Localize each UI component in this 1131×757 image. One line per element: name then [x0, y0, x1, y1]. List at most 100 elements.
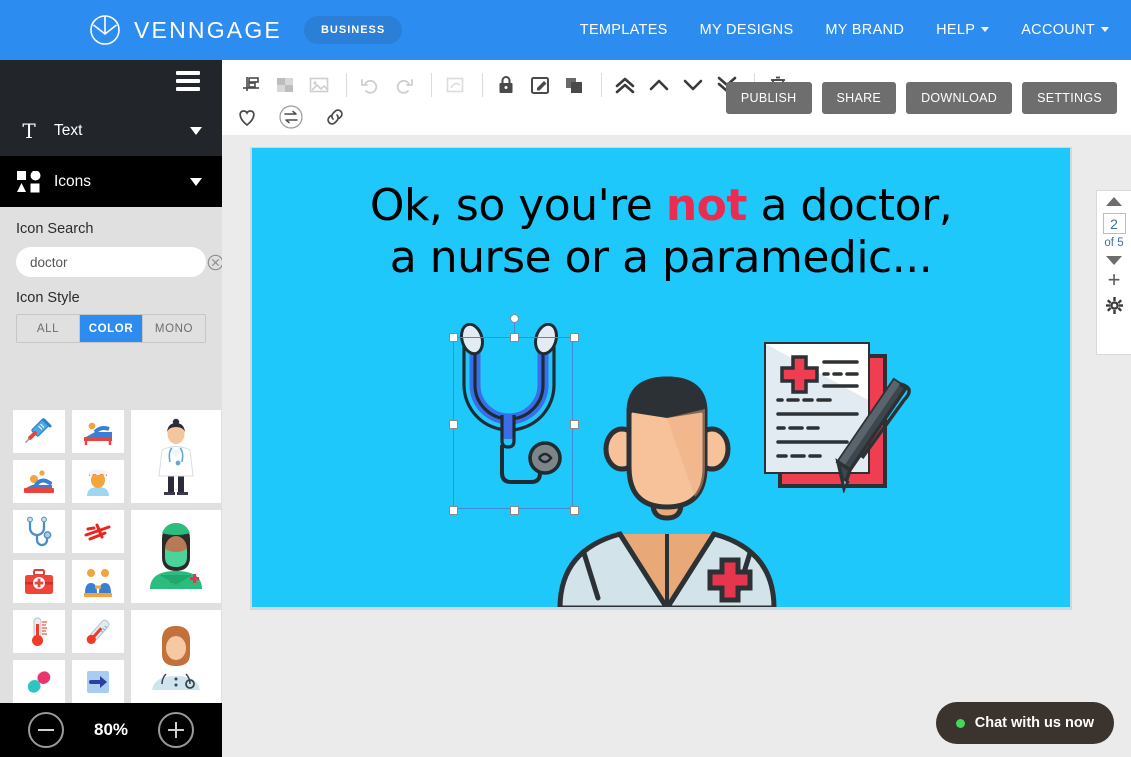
icon-result-medical-team-icon[interactable] — [72, 560, 124, 603]
headline-line1-before: Ok, so you're — [369, 180, 666, 231]
online-dot-icon — [955, 718, 965, 728]
headline-line-2: a nurse or a paramedic... — [389, 232, 933, 283]
sidebar-item-icons[interactable]: Icons — [0, 156, 222, 207]
brand-name: VENNGAGE — [134, 16, 282, 43]
image-replace-icon[interactable] — [304, 70, 334, 100]
zoom-controls: 80% — [0, 703, 222, 757]
nav-help-label: HELP — [936, 22, 976, 38]
icon-result-msf-logo-icon[interactable] — [72, 510, 124, 553]
crop-mask-icon[interactable] — [270, 70, 300, 100]
nav-templates[interactable]: TEMPLATES — [580, 22, 668, 38]
text-t-icon: T — [16, 119, 42, 143]
link-icon[interactable] — [320, 102, 350, 132]
brand-logo-group[interactable]: VENNGAGE — [88, 13, 282, 47]
icon-style-color[interactable]: COLOR — [80, 315, 143, 342]
triangle-up-icon[interactable] — [1106, 197, 1122, 206]
icon-result-cpr-resuscitation-icon[interactable] — [13, 460, 65, 503]
page-navigator: 2 of 5 + — [1096, 190, 1131, 355]
nav-my-brand-label: MY BRAND — [825, 22, 905, 38]
sidebar-item-icons-label: Icons — [54, 172, 92, 190]
align-icon[interactable] — [236, 70, 266, 100]
plus-circle-icon[interactable] — [158, 712, 195, 748]
icon-result-surgeon-mask-icon[interactable] — [131, 510, 221, 603]
chevron-down-icon — [190, 177, 202, 186]
icon-result-exit-door-arrow-icon[interactable] — [72, 660, 124, 703]
rotate-handle[interactable] — [509, 314, 519, 323]
design-canvas[interactable]: Ok, so you're not a doctor, a nurse or a… — [252, 148, 1070, 607]
edit-pencil-icon[interactable] — [525, 70, 555, 100]
send-backward-icon[interactable] — [678, 70, 708, 100]
icon-result-female-doctor-icon[interactable] — [131, 410, 221, 503]
headline-highlight-not: not — [665, 180, 748, 231]
icon-result-stethoscope-icon[interactable] — [13, 510, 65, 553]
icon-search-title: Icon Search — [16, 221, 94, 237]
plan-badge: BUSINESS — [303, 16, 403, 44]
nav-account[interactable]: ACCOUNT — [1021, 22, 1109, 38]
icon-result-pill-capsule-icon[interactable] — [13, 660, 65, 703]
icon-style-title: Icon Style — [16, 290, 80, 306]
icon-result-clinical-thermometer-icon[interactable] — [72, 610, 124, 653]
chat-widget-button[interactable]: Chat with us now — [935, 702, 1114, 744]
undo-icon[interactable] — [355, 70, 385, 100]
icon-search-input[interactable] — [30, 254, 207, 270]
nav-my-brand[interactable]: MY BRAND — [825, 22, 904, 38]
sidebar-item-text-label: Text — [54, 121, 83, 139]
medical-report-pen-graphic[interactable] — [752, 338, 917, 498]
icon-style-mono[interactable]: MONO — [143, 315, 205, 342]
share-button[interactable]: SHARE — [821, 82, 897, 114]
icon-search-panel: Icon Search Icon Style — [0, 207, 251, 343]
top-navigation: TEMPLATES MY DESIGNS MY BRAND HELP ACCOU… — [548, 22, 1109, 38]
left-sidebar: T Text Icons Icon Search doctor Icon Sty… — [0, 60, 251, 757]
top-header-bar: VENNGAGE BUSINESS TEMPLATES MY DESIGNS M… — [0, 0, 1131, 60]
shapes-icon — [16, 170, 42, 193]
svg-text:T: T — [22, 119, 36, 143]
venngage-editor: VENNGAGE BUSINESS TEMPLATES MY DESIGNS M… — [0, 0, 1131, 757]
toolbar-divider — [482, 73, 483, 97]
headline-line-1: Ok, so you're not a doctor, — [252, 180, 1070, 232]
chevron-down-icon — [190, 126, 202, 135]
duplicate-icon[interactable] — [559, 70, 589, 100]
lock-icon[interactable] — [491, 70, 521, 100]
icon-result-thermometer-icon[interactable] — [13, 610, 65, 653]
canvas-headline[interactable]: Ok, so you're not a doctor, a nurse or a… — [252, 180, 1070, 284]
settings-button[interactable]: SETTINGS — [1022, 82, 1117, 114]
icon-style-toggle-group: ALL COLOR MONO — [16, 314, 206, 343]
redo-icon[interactable] — [389, 70, 419, 100]
icon-result-doctor-woman-icon[interactable] — [131, 610, 221, 703]
plus-icon[interactable]: + — [1108, 269, 1121, 291]
group-icon[interactable] — [440, 70, 470, 100]
gear-icon[interactable] — [1105, 297, 1123, 319]
nav-templates-label: TEMPLATES — [579, 22, 668, 38]
download-button[interactable]: DOWNLOAD — [906, 82, 1013, 114]
toolbar-action-buttons: PUBLISH SHARE DOWNLOAD SETTINGS — [725, 82, 1117, 114]
canvas-workspace[interactable]: Ok, so you're not a doctor, a nurse or a… — [222, 135, 1131, 757]
toolbar-divider — [601, 73, 602, 97]
toolbar-secondary-row — [232, 102, 354, 132]
swap-icon[interactable] — [276, 102, 306, 132]
bring-forward-icon[interactable] — [644, 70, 674, 100]
chat-widget-label: Chat with us now — [974, 715, 1094, 731]
sidebar-item-text[interactable]: T Text — [0, 105, 222, 156]
icon-style-all[interactable]: ALL — [17, 315, 80, 342]
icon-result-nurse-avatar-icon[interactable] — [72, 460, 124, 503]
nav-my-designs-label: MY DESIGNS — [699, 22, 794, 38]
sidebar-header — [0, 60, 222, 105]
chevron-down-icon — [1101, 27, 1109, 32]
icon-result-first-aid-kit-icon[interactable] — [13, 560, 65, 603]
current-page-input[interactable]: 2 — [1102, 213, 1126, 234]
minus-circle-icon[interactable] — [27, 712, 64, 748]
hamburger-icon[interactable] — [176, 71, 200, 91]
venngage-clock-icon — [88, 13, 122, 47]
icon-result-syringe-icon[interactable] — [13, 410, 65, 453]
icon-result-patient-bed-icon[interactable] — [72, 410, 124, 453]
triangle-down-icon[interactable] — [1106, 256, 1122, 265]
publish-button[interactable]: PUBLISH — [725, 82, 812, 114]
toolbar-divider — [346, 73, 347, 97]
bring-to-front-icon[interactable] — [610, 70, 640, 100]
nav-help[interactable]: HELP — [936, 22, 990, 38]
toolbar-primary-row — [236, 70, 797, 100]
editor-toolbar: PUBLISH SHARE DOWNLOAD SETTINGS — [222, 60, 1131, 135]
nav-my-designs[interactable]: MY DESIGNS — [700, 22, 794, 38]
favorite-heart-icon[interactable] — [232, 102, 262, 132]
chevron-down-icon — [981, 27, 990, 32]
